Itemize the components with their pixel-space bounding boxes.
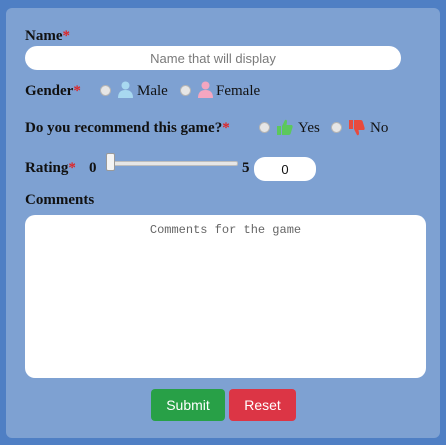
name-label: Name* [25,28,70,45]
recommend-no-radio[interactable] [331,122,342,133]
submit-button[interactable]: Submit [151,389,225,421]
rating-max-label: 5 [242,160,250,176]
reset-button[interactable]: Reset [229,389,296,421]
name-label-text: Name [25,28,63,44]
recommend-yes-label: Yes [298,120,320,136]
male-user-icon [118,81,133,98]
recommend-label: Do you recommend this game?* [25,120,230,137]
female-user-icon [198,81,213,98]
required-mark: * [62,28,71,44]
rating-value-input[interactable] [254,157,316,181]
recommend-label-text: Do you recommend this game? [25,120,223,136]
gender-label-text: Gender [25,83,74,99]
gender-label: Gender* [25,83,81,100]
form-panel: Name* Gender* Male Female Do you recomme… [6,8,440,438]
gender-male-radio[interactable] [100,85,111,96]
comments-label: Comments [25,192,95,208]
gender-female-radio[interactable] [180,85,191,96]
thumbs-down-icon [349,120,365,136]
required-mark: * [68,160,76,176]
recommend-no-label: No [370,120,389,136]
gender-female-label: Female [216,83,261,99]
required-mark: * [222,120,230,136]
name-input[interactable] [25,46,401,70]
rating-slider-thumb[interactable] [106,153,115,171]
rating-label-text: Rating [25,160,69,176]
rating-min-label: 0 [89,160,97,176]
gender-male-label: Male [137,83,168,99]
required-mark: * [73,83,81,99]
comments-textarea[interactable] [25,215,426,378]
rating-slider-track[interactable] [111,161,238,166]
thumbs-up-icon [277,119,293,135]
rating-label: Rating* [25,160,76,177]
recommend-yes-radio[interactable] [259,122,270,133]
